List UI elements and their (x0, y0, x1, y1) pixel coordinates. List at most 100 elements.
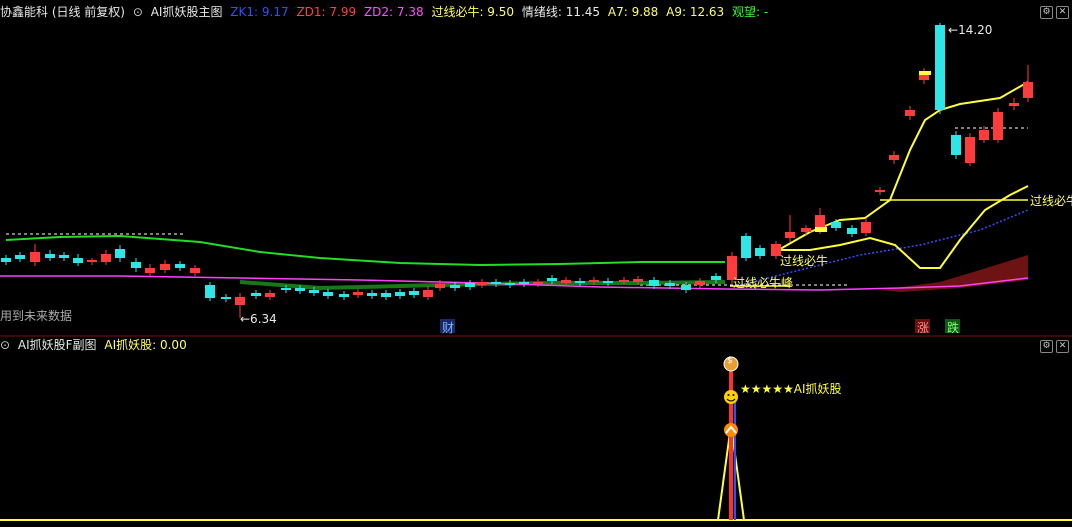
candle-body[interactable] (339, 294, 349, 297)
candle-body[interactable] (965, 137, 975, 163)
candle-body[interactable] (45, 254, 55, 258)
candle-body[interactable] (160, 264, 170, 270)
candle-body[interactable] (951, 135, 961, 155)
candle-body[interactable] (649, 280, 659, 286)
stars-signal-label: ★★★★★AI抓妖股 (740, 382, 842, 396)
candle-body[interactable] (101, 254, 111, 262)
candle-body[interactable] (115, 249, 125, 258)
stock-title: 协鑫能科 (日线 前复权) (0, 5, 125, 19)
candle-body[interactable] (491, 282, 501, 284)
candle-body[interactable] (1023, 82, 1033, 98)
collapse-icon[interactable]: ⊙ (133, 5, 143, 19)
candle-body[interactable] (145, 268, 155, 273)
candle-body[interactable] (533, 282, 543, 284)
candle-body[interactable] (175, 264, 185, 268)
candle-body[interactable] (353, 292, 363, 295)
candle-body[interactable] (847, 228, 857, 234)
guoxian-label-mid: 过线必牛 (780, 254, 829, 268)
candle-body[interactable] (30, 252, 40, 262)
candle-body[interactable] (695, 281, 705, 285)
candle-body[interactable] (465, 283, 475, 287)
candle-body[interactable] (251, 293, 261, 296)
main-header: 协鑫能科 (日线 前复权) ⊙ AI抓妖股主图 ZK1: 9.17 ZD1: 7… (0, 3, 772, 21)
sub-close-icon[interactable]: ✕ (1056, 340, 1069, 353)
candle-body[interactable] (831, 222, 841, 228)
candle-body[interactable] (875, 190, 885, 192)
candle-body[interactable] (423, 290, 433, 297)
candle-body[interactable] (547, 278, 557, 281)
close-icon[interactable]: ✕ (1056, 6, 1069, 19)
candle-body[interactable] (295, 288, 305, 291)
candle-body[interactable] (190, 268, 200, 273)
indicator-name[interactable]: AI抓妖股主图 (151, 5, 223, 19)
a9-value: A9: 12.63 (666, 5, 725, 19)
candle-body[interactable] (309, 290, 319, 293)
candle-body[interactable] (603, 281, 613, 283)
candle-body[interactable] (575, 281, 585, 283)
candle-body[interactable] (711, 276, 721, 280)
candle-body[interactable] (450, 285, 460, 288)
candle-body[interactable] (935, 25, 945, 110)
a7-value: A7: 9.88 (607, 5, 659, 19)
candle-body[interactable] (993, 112, 1003, 140)
sub-settings-gear-icon[interactable]: ⚙ (1040, 340, 1053, 353)
candle-body[interactable] (755, 248, 765, 256)
candle-body[interactable] (561, 280, 571, 283)
candle-body[interactable] (505, 283, 515, 285)
zhang-marker[interactable]: 涨 (917, 319, 929, 336)
candle-body[interactable] (367, 293, 377, 296)
green-trend-line (5, 234, 725, 267)
candle-body[interactable] (221, 297, 231, 299)
candle-body[interactable] (905, 110, 915, 116)
zk1-value: ZK1: 9.17 (230, 5, 289, 19)
candle-body[interactable] (131, 262, 141, 268)
candle-body[interactable] (323, 292, 333, 296)
sub-indicator-value: AI抓妖股: 0.00 (104, 338, 187, 352)
signal-mark-mid (815, 227, 827, 232)
candle-body[interactable] (15, 255, 25, 259)
guoxian-overlap-label: 过线必牛峰 (733, 276, 794, 290)
zd1-value: ZD1: 7.99 (296, 5, 357, 19)
candle-body[interactable] (265, 293, 275, 297)
candle-body[interactable] (785, 232, 795, 238)
candle-body[interactable] (281, 288, 291, 290)
candle-body[interactable] (619, 280, 629, 282)
cai-marker[interactable]: 财 (442, 319, 454, 336)
candle-body[interactable] (665, 283, 675, 286)
candle-body[interactable] (235, 297, 245, 305)
candle-body[interactable] (205, 285, 215, 298)
candle-body[interactable] (87, 260, 97, 262)
smiley-icon (724, 390, 738, 404)
candle-body[interactable] (589, 280, 599, 282)
future-data-warning: 用到未来数据 (0, 309, 73, 323)
guoxian-value: 过线必牛: 9.50 (431, 5, 515, 19)
settings-gear-icon[interactable]: ⚙ (1040, 6, 1053, 19)
candle-body[interactable] (409, 291, 419, 295)
sub-collapse-icon[interactable]: ⊙ (0, 338, 10, 352)
candle-body[interactable] (435, 284, 445, 288)
up-arrow-icon (724, 423, 738, 437)
candle-body[interactable] (681, 285, 691, 290)
candle-body[interactable] (633, 279, 643, 282)
candle-body[interactable] (889, 155, 899, 160)
candle-body[interactable] (801, 228, 811, 232)
die-marker[interactable]: 跌 (947, 319, 959, 336)
candle-body[interactable] (381, 293, 391, 297)
candle-body[interactable] (59, 255, 69, 258)
low-price-label: ←6.34 (240, 312, 277, 326)
candle-body[interactable] (1009, 103, 1019, 106)
high-price-label: ←14.20 (948, 23, 993, 37)
sub-header: ⊙ AI抓妖股F副图 AI抓妖股: 0.00 (0, 336, 191, 354)
candle-body[interactable] (477, 282, 487, 285)
candle-body[interactable] (73, 258, 83, 263)
candle-body[interactable] (741, 236, 751, 258)
sub-indicator-name[interactable]: AI抓妖股F副图 (18, 338, 97, 352)
guanwang-value: 观望: - (732, 5, 769, 19)
candle-body[interactable] (979, 130, 989, 140)
qingxu-value: 情绪线: 11.45 (521, 5, 601, 19)
candle-body[interactable] (1, 258, 11, 262)
price-chart-canvas[interactable] (0, 0, 1072, 527)
candle-body[interactable] (861, 222, 871, 233)
candle-body[interactable] (519, 282, 529, 284)
candle-body[interactable] (395, 292, 405, 296)
